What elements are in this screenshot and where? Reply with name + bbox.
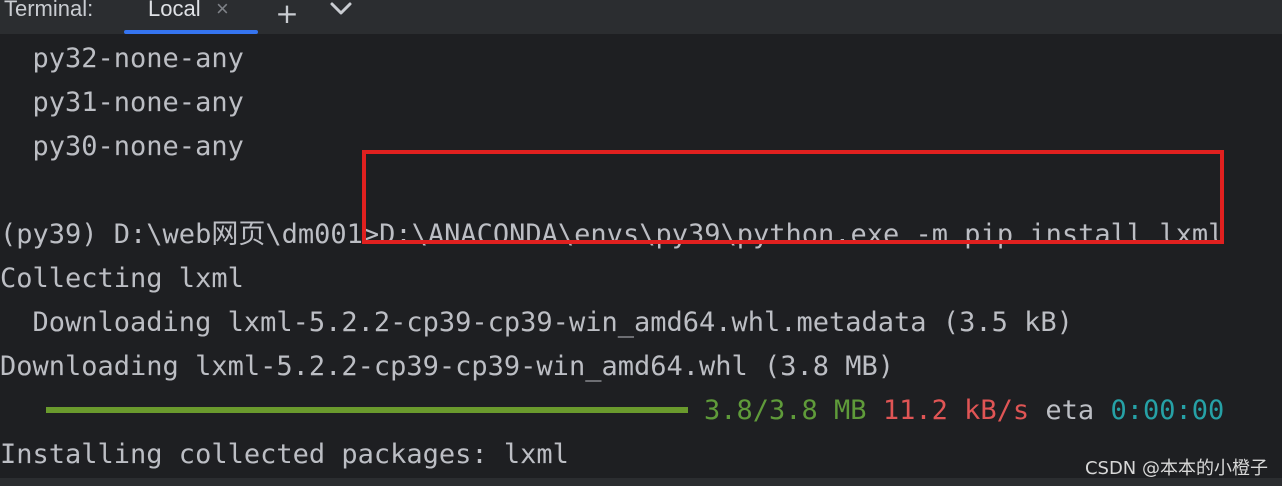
output-line: py30-none-any [0,131,244,162]
terminal-output[interactable]: py32-none-any py31-none-any py30-none-an… [0,35,1282,486]
terminal-title: Terminal: [4,0,94,21]
command-highlight-annotation [362,150,1224,244]
active-tab-indicator [124,30,258,34]
tab-local-label: Local [148,0,201,21]
output-line: Installing collected packages: lxml [0,439,569,470]
output-line: Downloading lxml-5.2.2-cp39-cp39-win_amd… [0,307,1073,338]
watermark: CSDN @本本的小橙子 [1084,458,1268,479]
terminal-tab-bar: Terminal: Local × + [0,0,1282,35]
terminal-window: Terminal: Local × + py32-none-any py31-n… [0,0,1282,486]
output-line: py31-none-any [0,87,244,118]
chevron-down-icon[interactable] [326,0,356,25]
download-progress-bar [46,407,688,413]
download-progress-fill [46,407,688,413]
output-line: Downloading lxml-5.2.2-cp39-cp39-win_amd… [0,351,895,382]
output-line: Collecting lxml [0,263,244,294]
progress-rate: 11.2 kB/s [882,395,1030,426]
close-icon[interactable]: × [216,0,229,22]
tab-local[interactable]: Local × [124,0,258,34]
progress-eta-label: eta [1045,395,1095,426]
plus-icon[interactable]: + [272,0,302,30]
shell-prompt: (py39) D:\web网页\dm001> [0,219,380,250]
output-line: py32-none-any [0,43,244,74]
progress-stats: 3.8/3.8 MB 11.2 kB/s eta 0:00:00 [704,393,1224,429]
progress-size: 3.8/3.8 MB [704,395,867,426]
progress-eta-value: 0:00:00 [1110,395,1225,426]
